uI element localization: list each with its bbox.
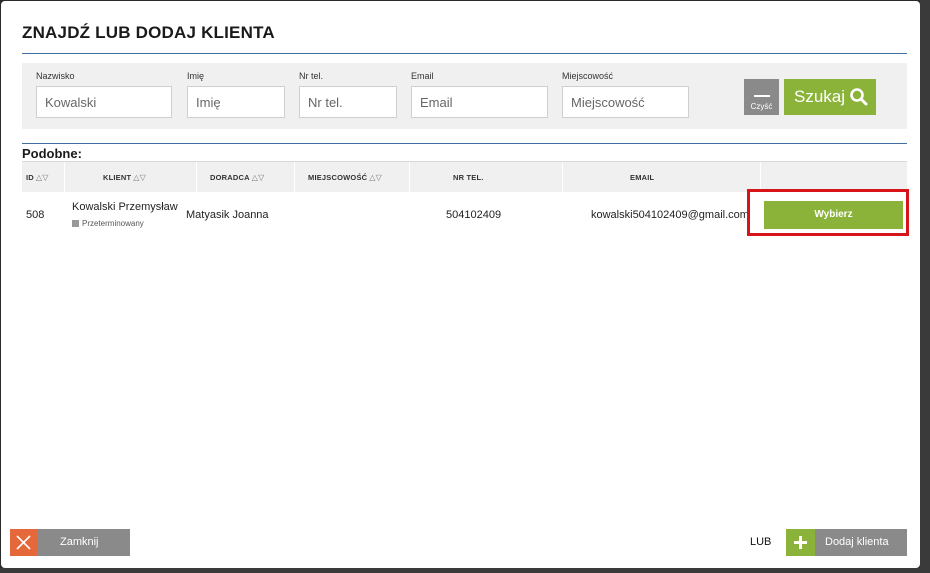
results-table-header: ID △▽ KLIENT △▽ DORADCA △▽ MIEJSCOWOŚĆ △▽ NR…	[22, 161, 907, 193]
close-icon	[10, 529, 37, 556]
column-header-city[interactable]: MIEJSCOWOŚĆ △▽	[308, 173, 382, 182]
clear-button[interactable]: Czyść	[744, 79, 779, 115]
sort-arrows-icon[interactable]: △▽	[252, 173, 265, 182]
row-id: 508	[26, 209, 45, 221]
row-client-name: Kowalski Przemysław	[72, 201, 178, 213]
find-or-add-client-dialog: ZNAJDŹ LUB DODAJ KLIENTA Nazwisko Imię N…	[1, 1, 920, 568]
title-divider	[22, 53, 907, 54]
close-button[interactable]: Zamknij	[10, 529, 130, 556]
search-icon	[850, 88, 868, 106]
column-header-email: EMAIL	[630, 173, 654, 182]
column-header-label: NR TEL.	[453, 173, 484, 182]
add-client-button[interactable]: Dodaj klienta	[786, 529, 907, 556]
column-separator	[562, 162, 563, 193]
close-button-label: Zamknij	[60, 536, 99, 548]
clear-button-label: Czyść	[750, 102, 773, 111]
first-name-field: Imię	[187, 71, 285, 118]
email-field: Email	[411, 71, 548, 118]
column-header-label: DORADCA	[210, 173, 250, 182]
search-button[interactable]: Szukaj	[784, 79, 876, 115]
first-name-label: Imię	[187, 71, 205, 81]
row-client-status-label: Przeterminowany	[82, 219, 144, 228]
sort-arrows-icon[interactable]: △▽	[36, 173, 49, 182]
phone-field: Nr tel.	[299, 71, 397, 118]
column-header-id[interactable]: ID △▽	[26, 173, 49, 182]
sort-arrows-icon[interactable]: △▽	[133, 173, 146, 182]
row-phone: 504102409	[446, 209, 502, 221]
surname-input[interactable]	[36, 86, 172, 118]
surname-field: Nazwisko	[36, 71, 172, 118]
column-separator	[196, 162, 197, 193]
column-header-advisor[interactable]: DORADCA △▽	[210, 173, 264, 182]
backdrop-right	[920, 0, 930, 573]
column-header-label: MIEJSCOWOŚĆ	[308, 173, 368, 182]
row-advisor: Matyasik Joanna	[186, 209, 269, 221]
column-header-label: ID	[26, 173, 34, 182]
surname-label: Nazwisko	[36, 71, 75, 81]
column-header-label: KLIENT	[103, 173, 132, 182]
column-separator	[409, 162, 410, 193]
row-client-status: Przeterminowany	[72, 219, 144, 228]
city-input[interactable]	[562, 86, 689, 118]
row-email: kowalski504102409@gmail.com	[591, 209, 749, 221]
minus-icon	[754, 95, 770, 97]
backdrop-bottom	[0, 568, 930, 573]
first-name-input[interactable]	[187, 86, 285, 118]
dialog-title: ZNAJDŹ LUB DODAJ KLIENTA	[22, 23, 275, 42]
select-client-button[interactable]: Wybierz	[764, 201, 903, 229]
city-field: Miejscowość	[562, 71, 689, 118]
results-title: Podobne:	[22, 146, 82, 161]
email-input[interactable]	[411, 86, 548, 118]
sort-arrows-icon[interactable]: △▽	[369, 173, 382, 182]
plus-glyph	[794, 536, 807, 549]
status-square-icon	[72, 220, 79, 227]
column-header-client[interactable]: KLIENT △▽	[103, 173, 146, 182]
plus-icon	[786, 529, 815, 556]
phone-input[interactable]	[299, 86, 397, 118]
search-panel: Nazwisko Imię Nr tel. Email Miejscowość …	[22, 63, 907, 129]
search-button-label: Szukaj	[794, 87, 846, 106]
close-x-glyph	[16, 535, 31, 550]
column-header-label: EMAIL	[630, 173, 655, 182]
column-separator	[294, 162, 295, 193]
column-header-phone: NR TEL.	[453, 173, 484, 182]
city-label: Miejscowość	[562, 71, 614, 81]
results-divider	[22, 143, 907, 144]
phone-label: Nr tel.	[299, 71, 324, 81]
email-label: Email	[411, 71, 434, 81]
or-label: LUB	[750, 536, 772, 548]
column-separator	[64, 162, 65, 193]
add-client-button-label: Dodaj klienta	[825, 536, 889, 548]
